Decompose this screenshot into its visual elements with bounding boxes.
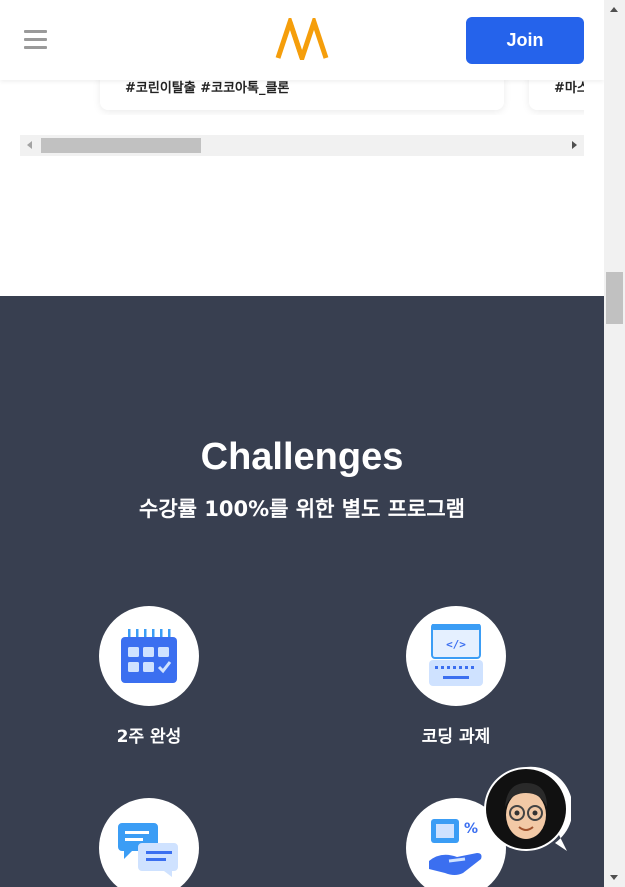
- vertical-scroll-thumb[interactable]: [606, 272, 623, 324]
- feature-community: [74, 798, 224, 887]
- section-title: Challenges: [200, 436, 404, 478]
- horizontal-scroll-thumb[interactable]: [41, 138, 201, 153]
- scroll-left-icon[interactable]: [27, 141, 32, 149]
- scroll-down-icon[interactable]: [610, 875, 618, 880]
- header: Join: [0, 0, 604, 80]
- svg-text:</>: </>: [446, 638, 466, 651]
- hamburger-menu-icon[interactable]: [24, 30, 47, 50]
- code-keyboard-icon: </>: [429, 624, 483, 686]
- chat-bubbles-icon: [118, 823, 178, 877]
- feature-two-weeks: 2주 완성: [74, 606, 224, 747]
- feature-coding-assignment: </> 코딩 과제: [381, 606, 531, 747]
- feature-label: 코딩 과제: [421, 727, 491, 747]
- discount-hand-icon: %: [429, 819, 482, 875]
- vertical-scrollbar[interactable]: [604, 0, 625, 887]
- svg-text:%: %: [464, 821, 478, 837]
- scroll-right-icon[interactable]: [572, 141, 577, 149]
- section-subtitle: 수강률 100%를 위한 별도 프로그램: [139, 497, 465, 521]
- nomad-logo-icon[interactable]: [275, 18, 329, 60]
- feature-label: 2주 완성: [116, 727, 182, 747]
- horizontal-scrollbar[interactable]: [20, 135, 584, 156]
- join-button[interactable]: Join: [466, 17, 584, 64]
- scroll-up-icon[interactable]: [610, 7, 618, 12]
- calendar-icon: [121, 629, 177, 683]
- chat-avatar-button[interactable]: [481, 765, 571, 855]
